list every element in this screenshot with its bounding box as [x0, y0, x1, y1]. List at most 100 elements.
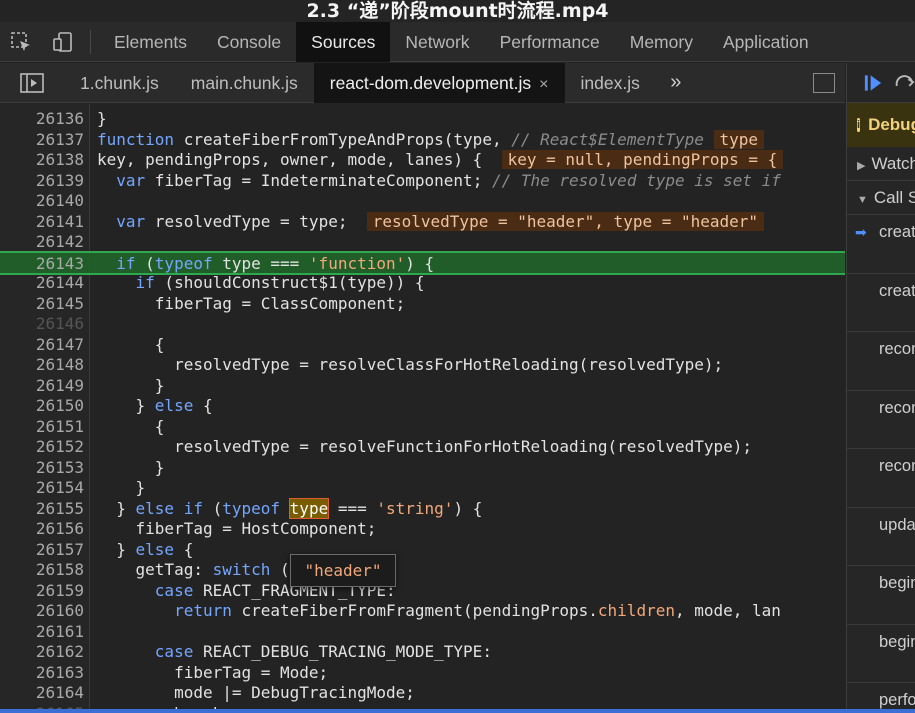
code-line[interactable]: 26148 resolvedType = resolveClassForHotR… — [0, 355, 845, 376]
call-frame[interactable]: reconcileChildren — [847, 449, 915, 508]
line-number[interactable]: 26162 — [20, 642, 84, 663]
code-token: , mode, lan — [674, 601, 781, 620]
code-line[interactable]: 26156 fiberTag = HostComponent; — [0, 519, 845, 540]
code-editor[interactable]: 26136} 26137 function createFiberFromTypeA… — [0, 104, 845, 713]
code-line[interactable]: 26151 { — [0, 417, 845, 438]
code-line[interactable]: 26142 — [0, 232, 845, 253]
line-number[interactable]: 26151 — [20, 417, 84, 438]
file-tab-1-chunk[interactable]: 1.chunk.js — [64, 63, 175, 103]
hovered-token[interactable]: type — [288, 497, 330, 519]
line-number[interactable]: 26138 — [20, 150, 84, 171]
code-token: } — [97, 396, 155, 415]
tab-memory[interactable]: Memory — [615, 22, 708, 62]
code-line[interactable]: 26145 fiberTag = ClassComponent; — [0, 294, 845, 315]
code-line[interactable]: 26139 var fiberTag = IndeterminateCompon… — [0, 171, 845, 192]
line-number[interactable]: 26141 — [20, 212, 84, 233]
line-number[interactable]: 26163 — [20, 663, 84, 684]
code-line[interactable]: 26149 } — [0, 376, 845, 397]
line-number[interactable]: 26136 — [20, 109, 84, 130]
line-number[interactable]: 26144 — [20, 273, 84, 294]
line-number[interactable]: 26154 — [20, 478, 84, 499]
code-token: else — [154, 396, 194, 415]
code-line[interactable]: 26136} — [0, 109, 845, 130]
resume-icon[interactable] — [863, 72, 884, 94]
code-line[interactable]: 26140 — [0, 191, 845, 212]
call-frame[interactable]: reconcileChildFibers — [847, 391, 915, 449]
call-frame[interactable]: reconcileSingleElement — [847, 332, 915, 391]
inspect-element-icon[interactable] — [0, 22, 42, 62]
code-line[interactable]: 26161 — [0, 622, 845, 643]
code-text: } else if (typeof type === 'string') { — [97, 497, 482, 520]
code-line[interactable]: 26144 if (shouldConstruct$1(type)) { — [0, 273, 845, 294]
code-line[interactable]: 26162 case REACT_DEBUG_TRACING_MODE_TYPE… — [0, 642, 845, 663]
code-text: } else { — [97, 396, 213, 417]
call-frame[interactable]: ➡ createFiberFromTypeAndProps — [847, 215, 915, 274]
line-number[interactable]: 26145 — [20, 294, 84, 315]
code-line[interactable]: 26137 function createFiberFromTypeAndProp… — [0, 129, 845, 151]
call-frame[interactable]: beginWork$1 — [847, 625, 915, 683]
line-number[interactable]: 26147 — [20, 335, 84, 356]
line-number[interactable]: 26152 — [20, 437, 84, 458]
line-number[interactable]: 26164 — [20, 683, 84, 704]
code-line[interactable]: 26138 key, pendingProps, owner, mode, lan… — [0, 150, 845, 171]
code-token: } — [97, 498, 136, 518]
code-line[interactable]: 26155 } else if (typeof type === 'string… — [0, 497, 845, 520]
code-line[interactable]: 26146 — [0, 314, 845, 335]
file-tab-react-dom[interactable]: react-dom.development.js × — [313, 62, 565, 103]
tab-console[interactable]: Console — [202, 22, 296, 62]
editor-file-tabbar: 1.chunk.js main.chunk.js react-dom.devel… — [0, 62, 845, 103]
close-icon[interactable]: × — [539, 76, 548, 93]
tab-network[interactable]: Network — [390, 22, 484, 62]
code-line[interactable]: 26160 return createFiberFromFragment(pen… — [0, 601, 845, 622]
code-line[interactable]: 26154 } — [0, 478, 845, 499]
more-tabs-icon[interactable]: » — [656, 71, 696, 94]
call-stack-section[interactable]: ▼ Call Stack — [847, 181, 915, 215]
line-number[interactable]: 26158 — [20, 560, 84, 581]
code-line[interactable]: 26159 case REACT_FRAGMENT_TYPE: — [0, 581, 845, 602]
line-number[interactable]: 26139 — [20, 171, 84, 192]
device-toolbar-icon[interactable] — [42, 22, 84, 62]
tab-sources[interactable]: Sources — [296, 21, 391, 62]
toggle-debugger-icon[interactable] — [813, 73, 835, 93]
tab-performance[interactable]: Performance — [485, 22, 615, 62]
line-number[interactable]: 26143 — [20, 254, 84, 275]
line-number[interactable]: 26149 — [20, 376, 84, 397]
file-tab-main-chunk[interactable]: main.chunk.js — [175, 63, 314, 103]
code-line[interactable]: 26141 var resolvedType = type; resolvedT… — [0, 211, 845, 233]
line-number[interactable]: 26146 — [20, 314, 84, 335]
line-number[interactable]: 26153 — [20, 458, 84, 479]
line-number[interactable]: 26150 — [20, 396, 84, 417]
file-tab-index[interactable]: index.js — [565, 63, 656, 103]
code-token: key, pendingProps, owner, mode, lanes) { — [97, 150, 502, 169]
code-line[interactable]: 26157 } else { — [0, 540, 845, 561]
line-number[interactable]: 26157 — [20, 540, 84, 561]
call-frame[interactable]: beginWork — [847, 566, 915, 625]
line-number[interactable]: 26159 — [20, 581, 84, 602]
line-number[interactable]: 26161 — [20, 622, 84, 643]
step-over-icon[interactable] — [894, 72, 915, 94]
code-line[interactable]: 26152 resolvedType = resolveFunctionForH… — [0, 437, 845, 458]
toggle-navigator-icon[interactable] — [0, 63, 64, 103]
watch-section[interactable]: ▶ Watch — [847, 147, 915, 181]
tab-elements[interactable]: Elements — [99, 22, 202, 62]
tab-application[interactable]: Application — [708, 22, 824, 62]
code-line[interactable]: 26158 getTag: switch (type) { — [0, 560, 845, 581]
line-number[interactable]: 26142 — [20, 232, 84, 253]
code-line[interactable]: 26163 fiberTag = Mode; — [0, 663, 845, 684]
code-token: fiberTag = Mode; — [97, 662, 329, 682]
current-execution-line[interactable]: 26143 if (typeof type === 'function') { — [0, 250, 845, 275]
call-frame[interactable]: updateHostComponent — [847, 508, 915, 566]
line-number[interactable]: 26155 — [20, 499, 84, 520]
code-line[interactable]: 26150 } else { — [0, 396, 845, 417]
call-frame[interactable]: createFiberFromElement — [847, 274, 915, 332]
code-line[interactable]: 26153 } — [0, 458, 845, 479]
code-line[interactable]: 26147 { — [0, 335, 845, 356]
line-number[interactable]: 26140 — [20, 191, 84, 212]
line-number[interactable]: 26160 — [20, 601, 84, 622]
line-number[interactable]: 26137 — [20, 130, 84, 151]
line-number[interactable]: 26148 — [20, 355, 84, 376]
code-line[interactable]: 26164 mode |= DebugTracingMode; — [0, 683, 845, 704]
call-frame-label: updateHostComponent — [879, 515, 915, 534]
line-number[interactable]: 26156 — [20, 519, 84, 540]
inline-variable-value: type — [713, 129, 765, 149]
